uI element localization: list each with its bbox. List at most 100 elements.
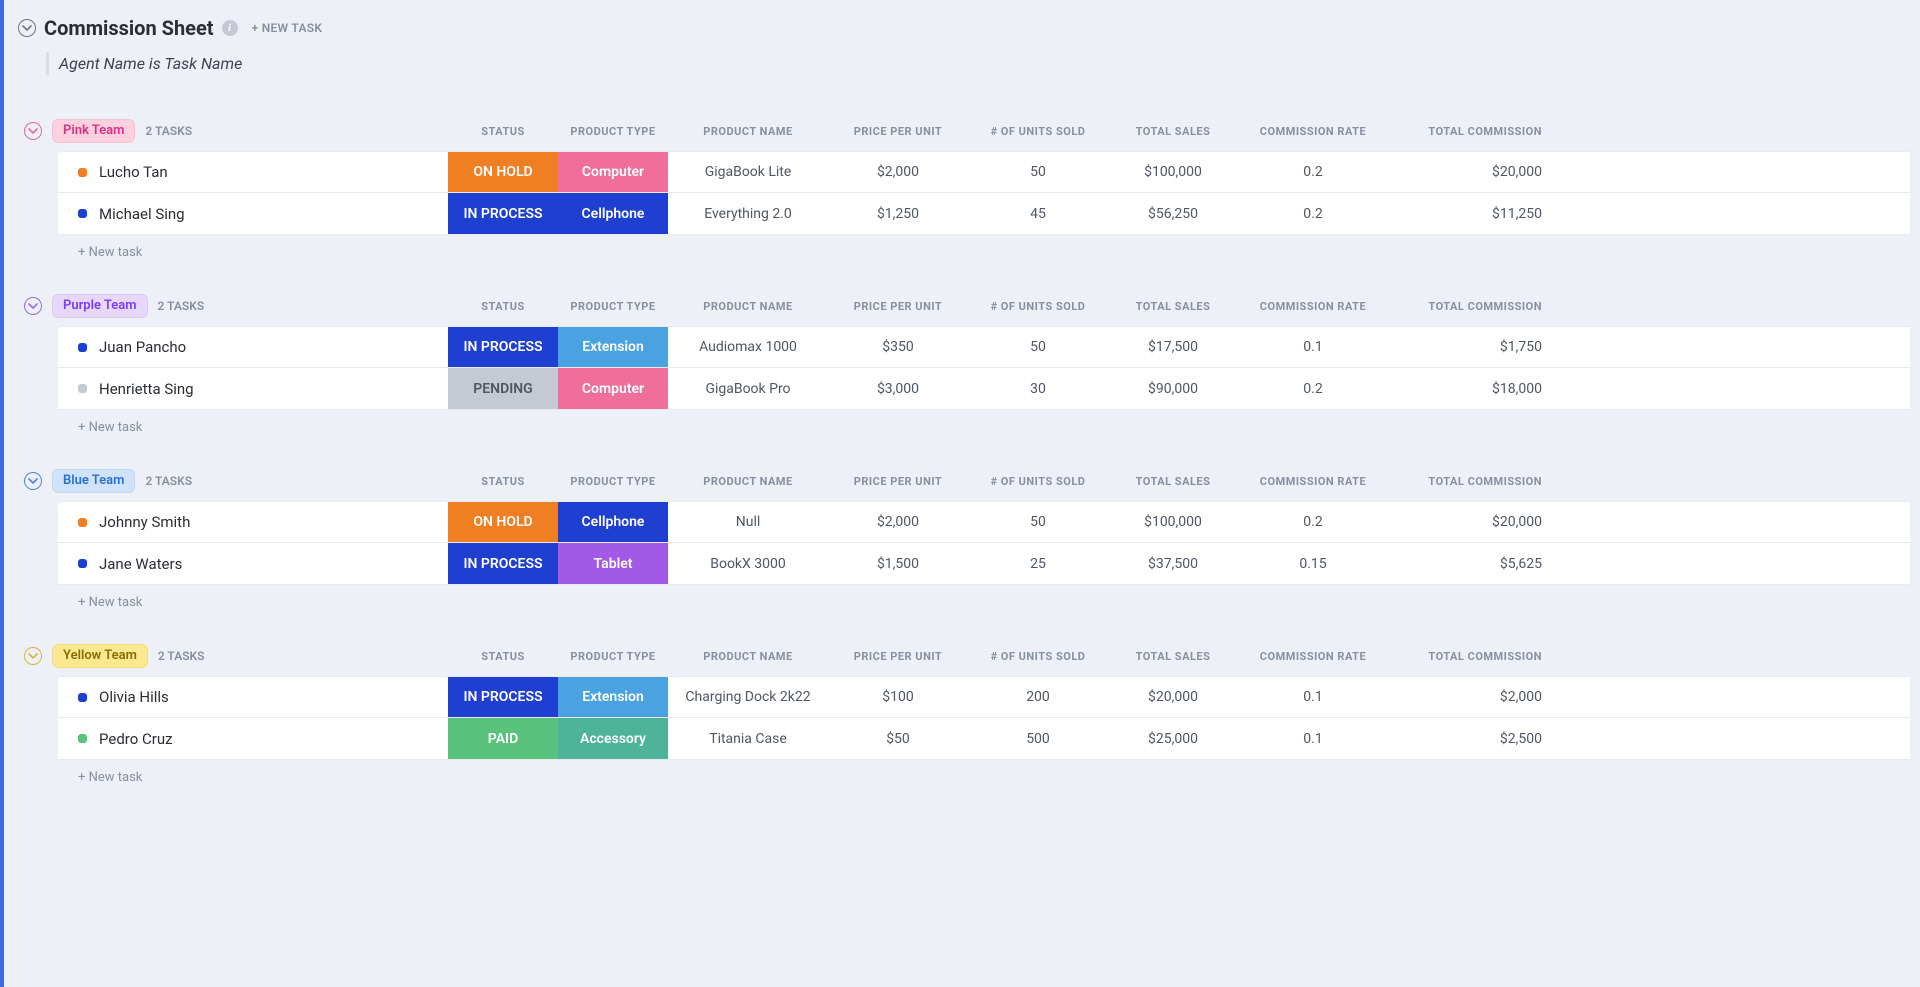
col-units-sold-header[interactable]: # OF UNITS SOLD xyxy=(968,475,1108,488)
task-name[interactable]: Jane Waters xyxy=(99,555,182,573)
product-type-badge[interactable]: Accessory xyxy=(558,718,668,759)
table-row[interactable]: Jane WatersIN PROCESSTabletBookX 3000$1,… xyxy=(58,543,1910,585)
group-pill-blue[interactable]: Blue Team xyxy=(52,469,135,493)
total-sales-cell: $20,000 xyxy=(1108,677,1238,717)
group-pill-yellow[interactable]: Yellow Team xyxy=(52,644,148,668)
status-badge[interactable]: IN PROCESS xyxy=(448,193,558,234)
total-sales-cell: $100,000 xyxy=(1108,152,1238,192)
col-product-type-header[interactable]: PRODUCT TYPE xyxy=(558,125,668,138)
col-product-name-header[interactable]: PRODUCT NAME xyxy=(668,300,828,313)
group-collapse-toggle[interactable] xyxy=(24,472,42,490)
col-price-per-unit-header[interactable]: PRICE PER UNIT xyxy=(828,475,968,488)
task-name[interactable]: Juan Pancho xyxy=(99,338,186,356)
total-sales-cell: $56,250 xyxy=(1108,193,1238,234)
col-price-per-unit-header[interactable]: PRICE PER UNIT xyxy=(828,300,968,313)
col-product-type-header[interactable]: PRODUCT TYPE xyxy=(558,475,668,488)
col-product-type-header[interactable]: PRODUCT TYPE xyxy=(558,300,668,313)
info-icon[interactable]: i xyxy=(222,20,238,36)
col-total-commission-header[interactable]: TOTAL COMMISSION xyxy=(1388,475,1548,488)
status-badge[interactable]: IN PROCESS xyxy=(448,677,558,717)
product-name-cell: Null xyxy=(668,502,828,542)
status-dot xyxy=(78,209,87,218)
group-collapse-toggle[interactable] xyxy=(24,647,42,665)
status-badge[interactable]: IN PROCESS xyxy=(448,543,558,584)
col-commission-rate-header[interactable]: COMMISSION RATE xyxy=(1238,650,1388,663)
sheet-collapse-toggle[interactable] xyxy=(18,19,36,37)
table-row[interactable]: Pedro CruzPAIDAccessoryTitania Case$5050… xyxy=(58,718,1910,760)
new-task-button[interactable]: + NEW TASK xyxy=(252,21,323,35)
product-type-badge[interactable]: Computer xyxy=(558,152,668,192)
new-task-row-button[interactable]: + New task xyxy=(58,410,1910,443)
status-dot xyxy=(78,518,87,527)
table-row[interactable]: Lucho TanON HOLDComputerGigaBook Lite$2,… xyxy=(58,151,1910,193)
table-row[interactable]: Michael Sing IN PROCESSCellphoneEverythin… xyxy=(58,193,1910,235)
col-total-commission-header[interactable]: TOTAL COMMISSION xyxy=(1388,300,1548,313)
col-product-name-header[interactable]: PRODUCT NAME xyxy=(668,650,828,663)
product-type-badge[interactable]: Cellphone xyxy=(558,502,668,542)
product-type-badge[interactable]: Cellphone xyxy=(558,193,668,234)
col-total-sales-header[interactable]: TOTAL SALES xyxy=(1108,650,1238,663)
status-badge[interactable]: PENDING xyxy=(448,368,558,409)
product-name-cell: Audiomax 1000 xyxy=(668,327,828,367)
col-price-per-unit-header[interactable]: PRICE PER UNIT xyxy=(828,650,968,663)
new-task-row-button[interactable]: + New task xyxy=(58,585,1910,618)
col-status-header[interactable]: STATUS xyxy=(448,650,558,663)
task-name[interactable]: Michael Sing xyxy=(99,205,185,223)
task-name[interactable]: Lucho Tan xyxy=(99,163,168,181)
product-type-badge[interactable]: Tablet xyxy=(558,543,668,584)
total-commission-cell: $11,250 xyxy=(1388,193,1548,234)
group-collapse-toggle[interactable] xyxy=(24,122,42,140)
table-row[interactable]: Johnny SmithON HOLDCellphoneNull$2,00050… xyxy=(58,501,1910,543)
col-units-sold-header[interactable]: # OF UNITS SOLD xyxy=(968,650,1108,663)
commission-rate-cell: 0.1 xyxy=(1238,677,1388,717)
col-total-sales-header[interactable]: TOTAL SALES xyxy=(1108,300,1238,313)
group-pill-pink[interactable]: Pink Team xyxy=(52,119,135,143)
status-badge[interactable]: ON HOLD xyxy=(448,152,558,192)
col-units-sold-header[interactable]: # OF UNITS SOLD xyxy=(968,300,1108,313)
units-sold-cell: 50 xyxy=(968,502,1108,542)
chevron-down-icon xyxy=(28,126,38,136)
col-product-name-header[interactable]: PRODUCT NAME xyxy=(668,475,828,488)
col-price-per-unit-header[interactable]: PRICE PER UNIT xyxy=(828,125,968,138)
task-name[interactable]: Pedro Cruz xyxy=(99,730,173,748)
product-name-cell: Everything 2.0 xyxy=(668,193,828,234)
chevron-down-icon xyxy=(28,651,38,661)
product-type-badge[interactable]: Extension xyxy=(558,677,668,717)
units-sold-cell: 25 xyxy=(968,543,1108,584)
task-name[interactable]: Henrietta Sing xyxy=(99,380,194,398)
price-per-unit-cell: $1,250 xyxy=(828,193,968,234)
task-name[interactable]: Johnny Smith xyxy=(99,513,190,531)
col-total-commission-header[interactable]: TOTAL COMMISSION xyxy=(1388,650,1548,663)
product-name-cell: GigaBook Pro xyxy=(668,368,828,409)
table-row[interactable]: Juan Pancho IN PROCESSExtensionAudiomax 1… xyxy=(58,326,1910,368)
col-status-header[interactable]: STATUS xyxy=(448,125,558,138)
col-product-type-header[interactable]: PRODUCT TYPE xyxy=(558,650,668,663)
group-collapse-toggle[interactable] xyxy=(24,297,42,315)
price-per-unit-cell: $1,500 xyxy=(828,543,968,584)
product-type-badge[interactable]: Extension xyxy=(558,327,668,367)
status-badge[interactable]: ON HOLD xyxy=(448,502,558,542)
col-commission-rate-header[interactable]: COMMISSION RATE xyxy=(1238,475,1388,488)
table-row[interactable]: Henrietta Sing PENDINGComputerGigaBook Pr… xyxy=(58,368,1910,410)
col-units-sold-header[interactable]: # OF UNITS SOLD xyxy=(968,125,1108,138)
col-commission-rate-header[interactable]: COMMISSION RATE xyxy=(1238,125,1388,138)
units-sold-cell: 50 xyxy=(968,327,1108,367)
product-type-badge[interactable]: Computer xyxy=(558,368,668,409)
new-task-row-button[interactable]: + New task xyxy=(58,235,1910,268)
col-total-sales-header[interactable]: TOTAL SALES xyxy=(1108,125,1238,138)
new-task-row-button[interactable]: + New task xyxy=(58,760,1910,793)
col-status-header[interactable]: STATUS xyxy=(448,475,558,488)
product-name-cell: GigaBook Lite xyxy=(668,152,828,192)
col-status-header[interactable]: STATUS xyxy=(448,300,558,313)
total-sales-cell: $90,000 xyxy=(1108,368,1238,409)
col-total-commission-header[interactable]: TOTAL COMMISSION xyxy=(1388,125,1548,138)
table-row[interactable]: Olivia HillsIN PROCESSExtensionCharging … xyxy=(58,676,1910,718)
units-sold-cell: 500 xyxy=(968,718,1108,759)
col-product-name-header[interactable]: PRODUCT NAME xyxy=(668,125,828,138)
col-commission-rate-header[interactable]: COMMISSION RATE xyxy=(1238,300,1388,313)
status-badge[interactable]: IN PROCESS xyxy=(448,327,558,367)
status-badge[interactable]: PAID xyxy=(448,718,558,759)
group-pill-purple[interactable]: Purple Team xyxy=(52,294,148,318)
task-name[interactable]: Olivia Hills xyxy=(99,688,169,706)
col-total-sales-header[interactable]: TOTAL SALES xyxy=(1108,475,1238,488)
